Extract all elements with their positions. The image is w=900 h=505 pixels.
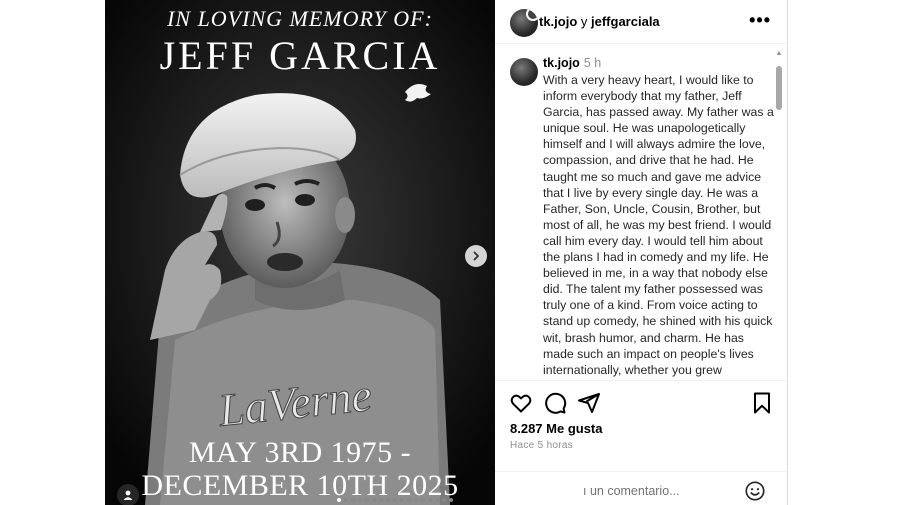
carousel-dot <box>449 498 453 502</box>
carousel-dot <box>337 498 341 502</box>
bookmark-icon[interactable] <box>750 391 774 415</box>
carousel-indicator <box>337 498 453 502</box>
carousel-dot <box>393 498 397 502</box>
next-slide-button[interactable] <box>465 245 487 267</box>
heart-icon[interactable] <box>509 391 533 415</box>
scrollbar-thumb[interactable] <box>776 66 782 110</box>
carousel-dot <box>365 498 369 502</box>
post-timestamp[interactable]: Hace 5 horas <box>510 440 573 451</box>
caption-scroll-area[interactable]: tk.jojo 5 h With a very heavy heart, I wo… <box>495 54 788 378</box>
carousel-dot <box>428 498 432 502</box>
author-avatar[interactable] <box>510 9 538 37</box>
memorial-dates-line1: MAY 3RD 1975 - <box>188 436 412 469</box>
memorial-subtitle: IN LOVING MEMORY OF: <box>167 6 433 31</box>
carousel-dot <box>435 498 439 502</box>
carousel-dot <box>344 498 348 502</box>
post-media[interactable]: LaVerne IN LOVING MEMORY OF: JEFF GARCIA… <box>105 0 495 505</box>
authors-separator: y <box>577 14 592 29</box>
caption-avatar[interactable] <box>510 58 538 86</box>
more-horizontal-icon[interactable]: ••• <box>749 10 771 31</box>
carousel-dot <box>400 498 404 502</box>
post-header: tk.jojo y jeffgarciala ••• <box>495 0 788 44</box>
post-actions: 8.287 Me gusta Hace 5 horas <box>495 380 788 505</box>
carousel-dot <box>379 498 383 502</box>
comment-input[interactable] <box>583 482 733 500</box>
caption-time[interactable]: 5 h <box>584 56 601 70</box>
carousel-dot <box>421 498 425 502</box>
memorial-name: JEFF GARCIA <box>159 33 441 78</box>
scroll-up-icon[interactable]: ▲ <box>775 50 783 58</box>
caption-username[interactable]: tk.jojo <box>543 56 580 70</box>
comment-icon[interactable] <box>543 391 567 415</box>
collaborator-username[interactable]: jeffgarciala <box>591 14 660 29</box>
post-side-panel: tk.jojo y jeffgarciala ••• tk.jojo 5 h Wi… <box>495 0 788 505</box>
carousel-dot <box>414 498 418 502</box>
caption-meta: tk.jojo 5 h <box>543 56 601 70</box>
tagged-users-button[interactable] <box>117 484 139 505</box>
comment-row <box>495 471 788 505</box>
carousel-dot <box>372 498 376 502</box>
post-authors: tk.jojo y jeffgarciala <box>539 14 660 29</box>
carousel-dot <box>358 498 362 502</box>
user-icon <box>123 490 133 500</box>
carousel-dot <box>351 498 355 502</box>
carousel-dot <box>442 498 446 502</box>
likes-count[interactable]: 8.287 Me gusta <box>510 421 603 436</box>
caption-scrollbar[interactable]: ▲ <box>775 50 783 380</box>
collaborator-avatar <box>526 9 538 21</box>
carousel-dot <box>407 498 411 502</box>
share-icon[interactable] <box>577 391 601 415</box>
carousel-dot <box>386 498 390 502</box>
caption-text: With a very heavy heart, I would like to… <box>543 73 774 377</box>
author-username[interactable]: tk.jojo <box>539 14 577 29</box>
smiley-icon[interactable] <box>744 480 766 502</box>
chevron-right-icon <box>473 251 479 261</box>
